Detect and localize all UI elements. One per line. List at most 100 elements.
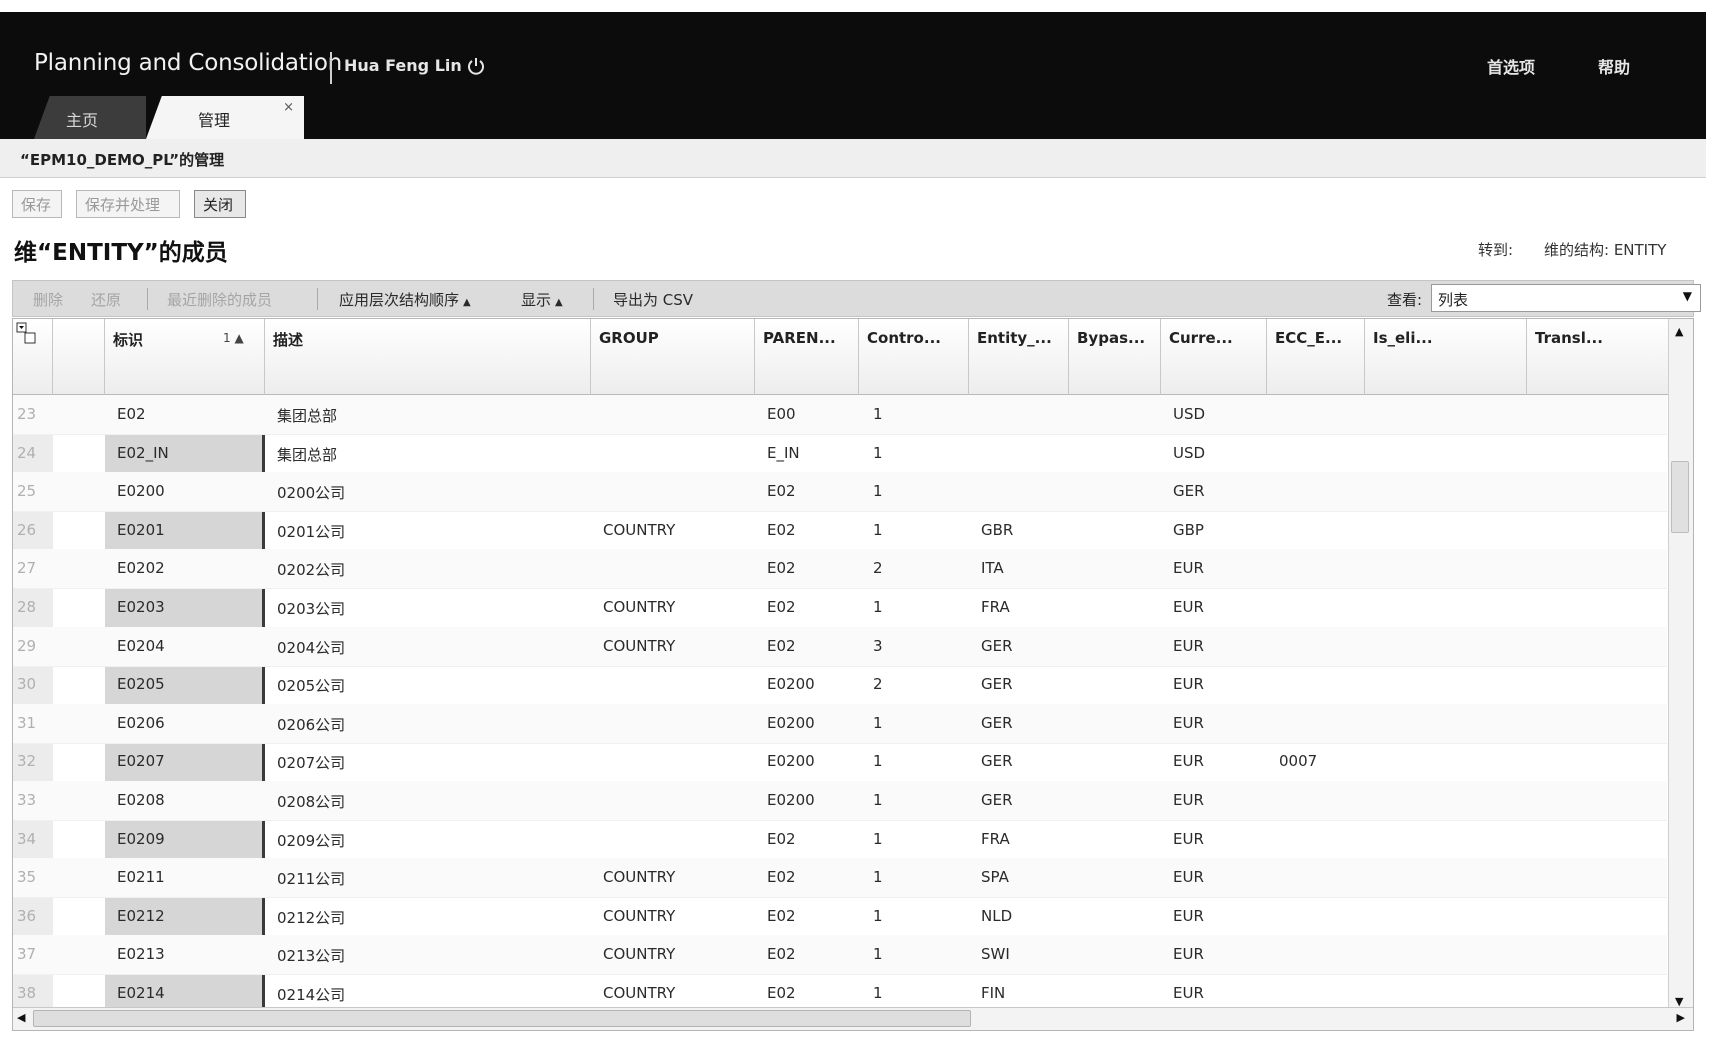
cell-parent[interactable]: E02 <box>767 482 796 500</box>
cell-desc[interactable]: 0213公司 <box>277 945 345 966</box>
cell-group[interactable]: COUNTRY <box>603 598 675 616</box>
column-header-entity[interactable]: Entity_... <box>969 319 1069 395</box>
cell-desc[interactable]: 0201公司 <box>277 521 345 542</box>
cell-desc[interactable]: 0212公司 <box>277 907 345 928</box>
scroll-right-icon[interactable]: ▶ <box>1677 1011 1685 1024</box>
cell-entity[interactable]: SPA <box>981 868 1009 886</box>
column-header-control[interactable]: Contro... <box>859 319 969 395</box>
cell-currency[interactable]: EUR <box>1173 752 1204 770</box>
cell-control[interactable]: 1 <box>873 482 883 500</box>
cell-id[interactable]: E0201 <box>117 521 165 539</box>
table-row[interactable]: 36 E0212 0212公司 COUNTRY E02 1 NLD EUR <box>13 897 1667 937</box>
cell-parent[interactable]: E02 <box>767 984 796 1002</box>
scroll-up-icon[interactable]: ▲ <box>1675 325 1683 338</box>
cell-group[interactable]: COUNTRY <box>603 521 675 539</box>
cell-parent[interactable]: E00 <box>767 405 796 423</box>
cell-parent[interactable]: E02 <box>767 559 796 577</box>
cell-id[interactable]: E0207 <box>117 752 165 770</box>
cell-parent[interactable]: E02 <box>767 830 796 848</box>
cell-entity[interactable]: GER <box>981 637 1013 655</box>
table-row[interactable]: 31 E0206 0206公司 E0200 1 GER EUR <box>13 703 1667 744</box>
table-row[interactable]: 24 E02_IN 集团总部 E_IN 1 USD <box>13 434 1667 474</box>
view-select[interactable]: 列表 ▼ <box>1431 284 1701 312</box>
cell-id[interactable]: E0214 <box>117 984 165 1002</box>
cell-entity[interactable]: SWI <box>981 945 1010 963</box>
cell-control[interactable]: 1 <box>873 598 883 616</box>
delete-button[interactable]: 删除 <box>33 289 63 310</box>
cell-desc[interactable]: 0211公司 <box>277 868 345 889</box>
cell-id[interactable]: E0209 <box>117 830 165 848</box>
cell-currency[interactable]: EUR <box>1173 830 1204 848</box>
cell-parent[interactable]: E02 <box>767 521 796 539</box>
column-header-ecc[interactable]: ECC_E... <box>1267 319 1365 395</box>
cell-control[interactable]: 2 <box>873 675 883 693</box>
power-icon[interactable] <box>466 56 486 76</box>
cell-control[interactable]: 2 <box>873 559 883 577</box>
column-header-group[interactable]: GROUP <box>591 319 755 395</box>
vertical-scrollbar[interactable]: ▲ ▼ <box>1668 319 1693 1014</box>
cell-entity[interactable]: FRA <box>981 830 1010 848</box>
cell-entity[interactable]: NLD <box>981 907 1012 925</box>
cell-control[interactable]: 3 <box>873 637 883 655</box>
column-header-id[interactable]: 标识 1 ▲ <box>105 319 265 395</box>
cell-currency[interactable]: EUR <box>1173 984 1204 1002</box>
cell-currency[interactable]: USD <box>1173 444 1205 462</box>
horizontal-scrollbar[interactable]: ◀ ▶ <box>13 1007 1693 1030</box>
cell-control[interactable]: 1 <box>873 791 883 809</box>
cell-group[interactable]: COUNTRY <box>603 945 675 963</box>
cell-desc[interactable]: 0200公司 <box>277 482 345 503</box>
table-row[interactable]: 29 E0204 0204公司 COUNTRY E02 3 GER EUR <box>13 626 1667 667</box>
restore-button[interactable]: 还原 <box>91 289 121 310</box>
cell-control[interactable]: 1 <box>873 945 883 963</box>
cell-parent[interactable]: E02 <box>767 945 796 963</box>
cell-currency[interactable]: USD <box>1173 405 1205 423</box>
help-link[interactable]: 帮助 <box>1598 54 1630 78</box>
table-row[interactable]: 33 E0208 0208公司 E0200 1 GER EUR <box>13 781 1667 821</box>
cell-control[interactable]: 1 <box>873 984 883 1002</box>
cell-id[interactable]: E0202 <box>117 559 165 577</box>
column-header-is-elim[interactable]: Is_eli... <box>1365 319 1527 395</box>
column-header-parent[interactable]: PAREN... <box>755 319 859 395</box>
cell-control[interactable]: 1 <box>873 752 883 770</box>
cell-group[interactable]: COUNTRY <box>603 637 675 655</box>
cell-entity[interactable]: FRA <box>981 598 1010 616</box>
scroll-left-icon[interactable]: ◀ <box>17 1011 25 1024</box>
cell-entity[interactable]: GBR <box>981 521 1013 539</box>
column-chooser-icon[interactable] <box>16 322 40 346</box>
cell-desc[interactable]: 0214公司 <box>277 984 345 1005</box>
export-csv-button[interactable]: 导出为 CSV <box>613 289 693 310</box>
cell-desc[interactable]: 0205公司 <box>277 675 345 696</box>
cell-control[interactable]: 1 <box>873 868 883 886</box>
cell-parent[interactable]: E0200 <box>767 791 815 809</box>
apply-hierarchy-menu[interactable]: 应用层次结构顺序 ▲ <box>339 289 471 310</box>
cell-id[interactable]: E02 <box>117 405 146 423</box>
save-button[interactable]: 保存 <box>12 190 62 218</box>
cell-parent[interactable]: E0200 <box>767 675 815 693</box>
cell-currency[interactable]: EUR <box>1173 714 1204 732</box>
table-row[interactable]: 30 E0205 0205公司 E0200 2 GER EUR <box>13 665 1667 706</box>
table-row[interactable]: 27 E0202 0202公司 E02 2 ITA EUR <box>13 549 1667 590</box>
cell-id[interactable]: E0213 <box>117 945 165 963</box>
cell-parent[interactable]: E02 <box>767 598 796 616</box>
cell-entity[interactable]: GER <box>981 714 1013 732</box>
horizontal-scroll-thumb[interactable] <box>33 1010 971 1027</box>
cell-entity[interactable]: GER <box>981 752 1013 770</box>
table-row[interactable]: 25 E0200 0200公司 E02 1 GER <box>13 472 1667 513</box>
cell-desc[interactable]: 集团总部 <box>277 405 337 426</box>
cell-control[interactable]: 1 <box>873 714 883 732</box>
cell-id[interactable]: E0208 <box>117 791 165 809</box>
column-header-bypass[interactable]: Bypas... <box>1069 319 1161 395</box>
cell-currency[interactable]: EUR <box>1173 637 1204 655</box>
cell-currency[interactable]: EUR <box>1173 868 1204 886</box>
cell-currency[interactable]: EUR <box>1173 559 1204 577</box>
cell-control[interactable]: 1 <box>873 907 883 925</box>
cell-ecc[interactable]: 0007 <box>1279 752 1317 770</box>
cell-parent[interactable]: E02 <box>767 907 796 925</box>
cell-desc[interactable]: 0202公司 <box>277 559 345 580</box>
save-process-button[interactable]: 保存并处理 <box>76 190 180 218</box>
cell-group[interactable]: COUNTRY <box>603 907 675 925</box>
table-row[interactable]: 35 E0211 0211公司 COUNTRY E02 1 SPA EUR <box>13 858 1667 899</box>
column-header-desc[interactable]: 描述 <box>265 319 591 395</box>
cell-id[interactable]: E0204 <box>117 637 165 655</box>
cell-id[interactable]: E02_IN <box>117 444 169 462</box>
